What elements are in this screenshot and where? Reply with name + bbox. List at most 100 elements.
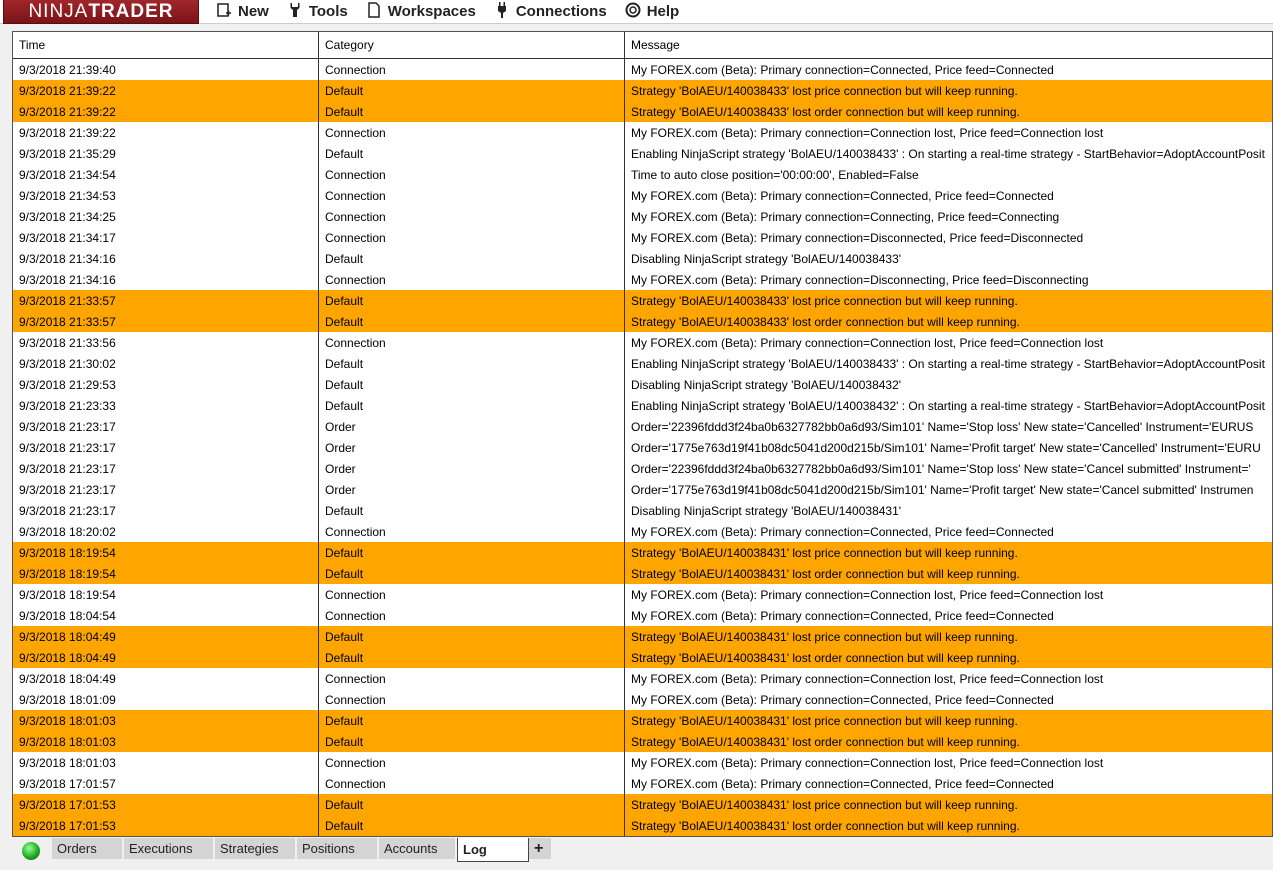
column-header-category[interactable]: Category bbox=[319, 32, 625, 58]
log-row[interactable]: 9/3/2018 21:33:57 Default Strategy 'BolAEU… bbox=[13, 311, 1272, 332]
log-row[interactable]: 9/3/2018 17:01:53 Default Strategy 'BolAEU… bbox=[13, 794, 1272, 815]
cell-category: Default bbox=[319, 563, 625, 584]
log-row[interactable]: 9/3/2018 18:19:54 Connection My FOREX.com … bbox=[13, 584, 1272, 605]
menu-help[interactable]: Help bbox=[625, 2, 679, 22]
log-row[interactable]: 9/3/2018 21:23:17 Default Disabling NinjaS… bbox=[13, 500, 1272, 521]
cell-time: 9/3/2018 21:23:33 bbox=[13, 395, 319, 416]
cell-time: 9/3/2018 21:29:53 bbox=[13, 374, 319, 395]
document-icon bbox=[366, 1, 382, 22]
tab-orders[interactable]: Orders bbox=[52, 838, 124, 859]
cell-message: Strategy 'BolAEU/140038431' lost price c… bbox=[631, 629, 1018, 644]
log-row[interactable]: 9/3/2018 21:39:22 Default Strategy 'BolAEU… bbox=[13, 101, 1272, 122]
log-row[interactable]: 9/3/2018 21:34:54 Connection Time to auto … bbox=[13, 164, 1272, 185]
log-row[interactable]: 9/3/2018 21:34:53 Connection My FOREX.com … bbox=[13, 185, 1272, 206]
log-row[interactable]: 9/3/2018 21:23:17 Order Order='22396fddd3f… bbox=[13, 416, 1272, 437]
log-row[interactable]: 9/3/2018 18:19:54 Default Strategy 'BolAEU… bbox=[13, 542, 1272, 563]
cell-category: Default bbox=[319, 374, 625, 395]
log-row[interactable]: 9/3/2018 21:33:57 Default Strategy 'BolAEU… bbox=[13, 290, 1272, 311]
log-row[interactable]: 9/3/2018 21:34:16 Connection My FOREX.com … bbox=[13, 269, 1272, 290]
cell-time: 9/3/2018 21:39:22 bbox=[13, 80, 319, 101]
log-row[interactable]: 9/3/2018 21:39:40 Connection My FOREX.com … bbox=[13, 59, 1272, 80]
cell-category: Default bbox=[319, 395, 625, 416]
cell-time: 9/3/2018 18:01:03 bbox=[13, 731, 319, 752]
log-row[interactable]: 9/3/2018 18:04:49 Default Strategy 'BolAEU… bbox=[13, 626, 1272, 647]
cell-message: Disabling NinjaScript strategy 'BolAEU/1… bbox=[631, 377, 902, 392]
log-row[interactable]: 9/3/2018 21:33:56 Connection My FOREX.com … bbox=[13, 332, 1272, 353]
tab-accounts[interactable]: Accounts bbox=[379, 838, 457, 859]
cell-message: My FOREX.com (Beta): Primary connection=… bbox=[631, 230, 1084, 245]
log-row[interactable]: 9/3/2018 18:04:49 Connection My FOREX.com … bbox=[13, 668, 1272, 689]
cell-category: Connection bbox=[319, 584, 625, 605]
log-row[interactable]: 9/3/2018 17:01:57 Connection My FOREX.com … bbox=[13, 773, 1272, 794]
cell-time: 9/3/2018 18:04:49 bbox=[13, 647, 319, 668]
log-row[interactable]: 9/3/2018 18:04:54 Connection My FOREX.com … bbox=[13, 605, 1272, 626]
cell-time: 9/3/2018 18:01:03 bbox=[13, 710, 319, 731]
cell-message: Strategy 'BolAEU/140038431' lost price c… bbox=[631, 797, 1018, 812]
log-row[interactable]: 9/3/2018 18:19:54 Default Strategy 'BolAEU… bbox=[13, 563, 1272, 584]
cell-message: Enabling NinjaScript strategy 'BolAEU/14… bbox=[631, 356, 1265, 371]
log-row[interactable]: 9/3/2018 21:23:33 Default Enabling NinjaSc… bbox=[13, 395, 1272, 416]
cell-category: Default bbox=[319, 101, 625, 122]
cell-category: Connection bbox=[319, 227, 625, 248]
tab-executions[interactable]: Executions bbox=[124, 838, 215, 859]
menu-new[interactable]: New bbox=[216, 2, 269, 22]
cell-time: 9/3/2018 18:04:49 bbox=[13, 626, 319, 647]
cell-message: Disabling NinjaScript strategy 'BolAEU/1… bbox=[631, 503, 902, 518]
add-tab-button[interactable]: + bbox=[529, 838, 553, 859]
log-row[interactable]: 9/3/2018 21:35:29 Default Enabling NinjaSc… bbox=[13, 143, 1272, 164]
cell-message: My FOREX.com (Beta): Primary connection=… bbox=[631, 125, 1104, 140]
tab-bar: Orders Executions Strategies Positions Accou… bbox=[12, 838, 553, 862]
cell-category: Default bbox=[319, 794, 625, 815]
log-row[interactable]: 9/3/2018 18:20:02 Connection My FOREX.com … bbox=[13, 521, 1272, 542]
cell-category: Connection bbox=[319, 332, 625, 353]
log-row[interactable]: 9/3/2018 17:01:53 Default Strategy 'BolAEU… bbox=[13, 815, 1272, 836]
cell-message: Strategy 'BolAEU/140038431' lost order c… bbox=[631, 734, 1020, 749]
menu-workspaces[interactable]: Workspaces bbox=[366, 1, 476, 22]
cell-message: My FOREX.com (Beta): Primary connection=… bbox=[631, 188, 1054, 203]
log-row[interactable]: 9/3/2018 21:39:22 Default Strategy 'BolAEU… bbox=[13, 80, 1272, 101]
log-row[interactable]: 9/3/2018 21:34:16 Default Disabling NinjaS… bbox=[13, 248, 1272, 269]
cell-category: Connection bbox=[319, 773, 625, 794]
cell-category: Default bbox=[319, 248, 625, 269]
plug-icon bbox=[494, 1, 510, 22]
cell-category: Order bbox=[319, 479, 625, 500]
cell-message: Enabling NinjaScript strategy 'BolAEU/14… bbox=[631, 146, 1265, 161]
tab-log[interactable]: Log bbox=[457, 838, 529, 862]
log-row[interactable]: 9/3/2018 21:23:17 Order Order='1775e763d19… bbox=[13, 479, 1272, 500]
log-row[interactable]: 9/3/2018 18:01:03 Default Strategy 'BolAEU… bbox=[13, 731, 1272, 752]
cell-category: Connection bbox=[319, 605, 625, 626]
cell-time: 9/3/2018 21:34:53 bbox=[13, 185, 319, 206]
menu-tools[interactable]: Tools bbox=[287, 2, 348, 22]
grid-header: Time Category Message bbox=[13, 32, 1272, 59]
menu-connections[interactable]: Connections bbox=[494, 1, 607, 22]
log-row[interactable]: 9/3/2018 21:23:17 Order Order='22396fddd3f… bbox=[13, 458, 1272, 479]
cell-message: Strategy 'BolAEU/140038433' lost order c… bbox=[631, 314, 1020, 329]
log-row[interactable]: 9/3/2018 21:39:22 Connection My FOREX.com … bbox=[13, 122, 1272, 143]
log-row[interactable]: 9/3/2018 21:34:25 Connection My FOREX.com … bbox=[13, 206, 1272, 227]
cell-message: Order='1775e763d19f41b08dc5041d200d215b/… bbox=[631, 440, 1261, 455]
menu-label: New bbox=[238, 3, 269, 20]
log-row[interactable]: 9/3/2018 21:29:53 Default Disabling NinjaS… bbox=[13, 374, 1272, 395]
log-row[interactable]: 9/3/2018 18:01:03 Default Strategy 'BolAEU… bbox=[13, 710, 1272, 731]
cell-time: 9/3/2018 21:23:17 bbox=[13, 458, 319, 479]
cell-time: 9/3/2018 21:33:57 bbox=[13, 290, 319, 311]
cell-category: Default bbox=[319, 731, 625, 752]
cell-message: My FOREX.com (Beta): Primary connection=… bbox=[631, 587, 1104, 602]
log-row[interactable]: 9/3/2018 21:23:17 Order Order='1775e763d19… bbox=[13, 437, 1272, 458]
column-header-time[interactable]: Time bbox=[13, 32, 319, 58]
new-window-icon bbox=[216, 2, 232, 22]
cell-category: Order bbox=[319, 416, 625, 437]
log-row[interactable]: 9/3/2018 18:04:49 Default Strategy 'BolAEU… bbox=[13, 647, 1272, 668]
tab-positions[interactable]: Positions bbox=[297, 838, 379, 859]
column-header-message[interactable]: Message bbox=[625, 32, 1272, 58]
log-row[interactable]: 9/3/2018 21:30:02 Default Enabling NinjaSc… bbox=[13, 353, 1272, 374]
log-row[interactable]: 9/3/2018 18:01:03 Connection My FOREX.com … bbox=[13, 752, 1272, 773]
cell-time: 9/3/2018 18:01:09 bbox=[13, 689, 319, 710]
cell-time: 9/3/2018 21:23:17 bbox=[13, 479, 319, 500]
ninjatrader-logo[interactable]: NINJA TRADER bbox=[4, 0, 198, 23]
cell-message: My FOREX.com (Beta): Primary connection=… bbox=[631, 524, 1054, 539]
tab-strategies[interactable]: Strategies bbox=[215, 838, 297, 859]
log-row[interactable]: 9/3/2018 18:01:09 Connection My FOREX.com … bbox=[13, 689, 1272, 710]
log-row[interactable]: 9/3/2018 21:34:17 Connection My FOREX.com … bbox=[13, 227, 1272, 248]
cell-category: Default bbox=[319, 815, 625, 836]
